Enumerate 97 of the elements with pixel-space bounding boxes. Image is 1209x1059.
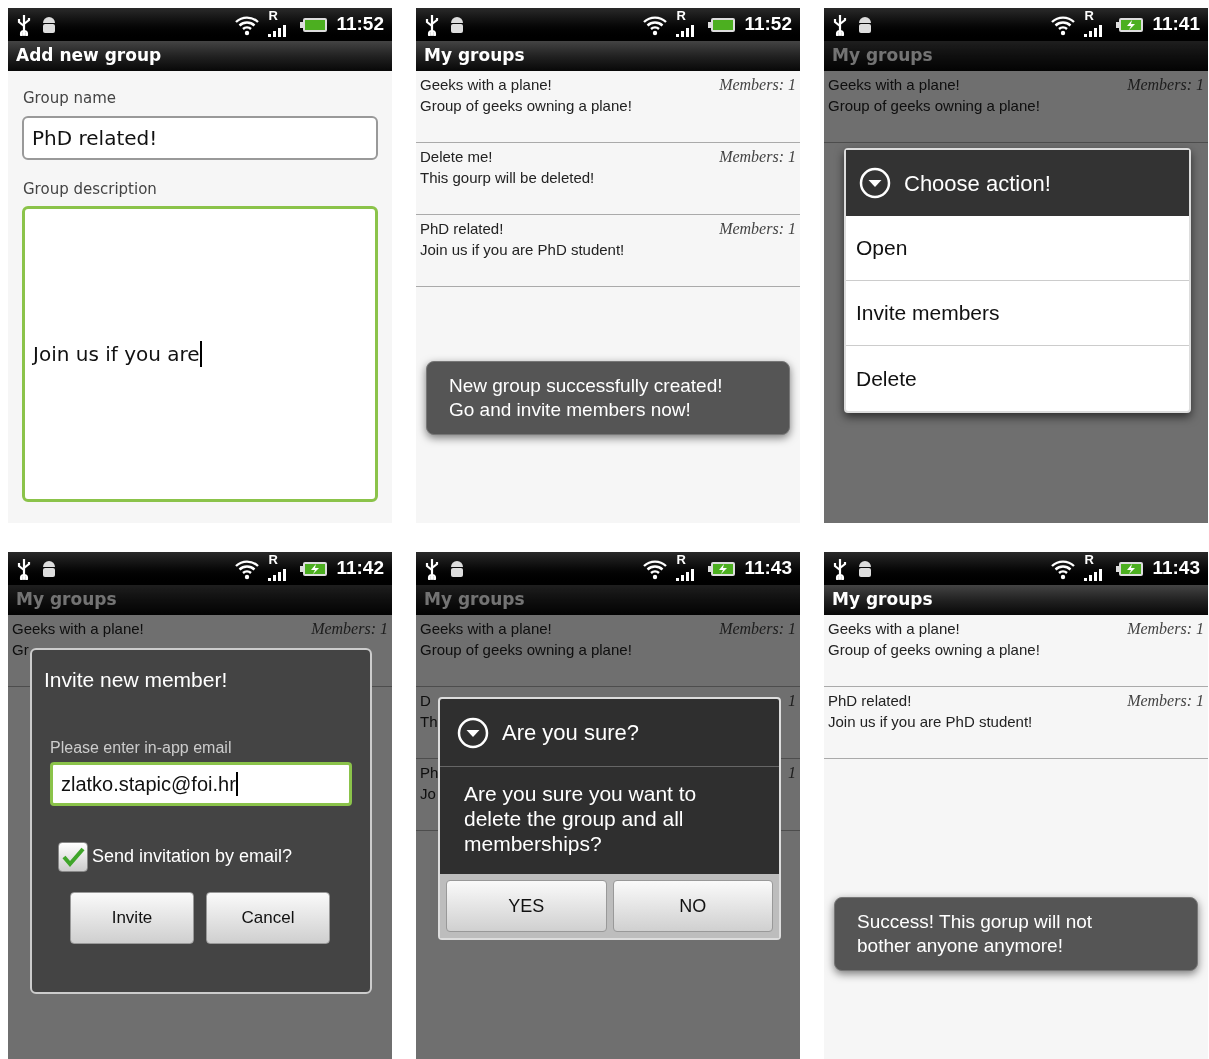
group-name: PhD related! <box>828 691 912 711</box>
android-icon <box>448 558 466 579</box>
group-name: Geeks with a plane! <box>420 619 552 639</box>
signal-indicator: R <box>676 12 701 37</box>
menu-item[interactable]: Delete <box>846 346 1189 411</box>
group-list-item[interactable]: PhD related! Members: 1 Join us if you are PhD student! <box>824 687 1208 759</box>
screen-title: My groups <box>16 588 117 612</box>
android-icon <box>40 14 58 35</box>
group-list-item[interactable]: Geeks with a plane! Members: 1 Group of geeks owning a plane! <box>824 71 1208 143</box>
member-count: Members: 1 <box>719 219 796 239</box>
signal-indicator: R <box>268 12 293 37</box>
dialog-title: Invite new member! <box>44 667 228 693</box>
usb-icon <box>424 13 440 36</box>
member-count: Members: 1 <box>719 147 796 167</box>
signal-indicator: R <box>676 556 701 581</box>
group-description: Join us if you are PhD student! <box>420 240 625 260</box>
wifi-icon <box>642 13 669 36</box>
member-count: Members: 1 <box>1127 75 1204 95</box>
menu-item[interactable]: Open <box>846 216 1189 281</box>
clock-time: 11:43 <box>1152 556 1200 581</box>
screen-title: My groups <box>832 588 933 612</box>
group-list-item[interactable]: Delete me! Members: 1 This gourp will be deleted! <box>416 143 800 215</box>
group-name: Delete me! <box>420 147 493 167</box>
clock-time: 11:41 <box>1152 12 1200 37</box>
usb-icon <box>16 13 32 36</box>
member-count: Members: 1 <box>719 619 796 639</box>
field-label: Please enter in-app email <box>50 737 232 758</box>
group-name: D <box>420 691 431 711</box>
android-icon <box>40 558 58 579</box>
clock-time: 11:52 <box>336 12 384 37</box>
group-description: Group of geeks owning a plane! <box>828 640 1040 660</box>
wifi-icon <box>642 557 669 580</box>
group-name: Ph <box>420 763 439 783</box>
group-description: This gourp will be deleted! <box>420 168 595 188</box>
member-count: Members: 1 <box>311 619 388 639</box>
dialog-button[interactable]: Cancel <box>206 891 330 944</box>
clock-time: 11:52 <box>744 12 792 37</box>
usb-icon <box>832 13 848 36</box>
group-description: Join us if you are PhD student! <box>828 712 1033 732</box>
toast-message: Success! This gorup will not bother anyone anymore! <box>834 897 1198 971</box>
android-icon <box>856 558 874 579</box>
checkmark-icon <box>61 845 85 868</box>
group-description: Group of geeks owning a plane! <box>420 640 632 660</box>
dropdown-circle-icon <box>858 166 892 200</box>
member-count: 1 <box>788 763 796 783</box>
wifi-icon <box>1050 557 1077 580</box>
screen-title: My groups <box>424 44 525 68</box>
group-list-item[interactable]: Geeks with a plane! Members: 1 Group of geeks owning a plane! <box>824 615 1208 687</box>
usb-icon <box>832 557 848 580</box>
group-name: PhD related! <box>420 219 504 239</box>
dialog-title: Are you sure? <box>502 719 639 747</box>
field-label: Group description <box>23 178 157 200</box>
member-count: 1 <box>788 691 796 711</box>
group-name: Geeks with a plane! <box>828 75 960 95</box>
wifi-icon <box>234 13 261 36</box>
group-description: Jo <box>420 784 436 804</box>
group-description: Group of geeks owning a plane! <box>420 96 632 116</box>
group-list-item[interactable]: Geeks with a plane! Members: 1 Group of geeks owning a plane! <box>416 615 800 687</box>
checkbox-label: Send invitation by email? <box>92 845 293 868</box>
dialog-button[interactable]: YES <box>446 880 607 932</box>
dialog-message: Are you sure you want to delete the group and all memberships? <box>463 781 698 857</box>
android-icon <box>856 14 874 35</box>
dialog-button[interactable]: Invite <box>70 891 194 944</box>
text-field[interactable]: PhD related! <box>22 115 378 160</box>
usb-icon <box>16 557 32 580</box>
screen-title: Add new group <box>16 44 162 68</box>
screen-title: My groups <box>832 44 933 68</box>
dialog-button[interactable]: NO <box>612 880 773 932</box>
screen-title: My groups <box>424 588 525 612</box>
usb-icon <box>424 557 440 580</box>
member-count: Members: 1 <box>719 75 796 95</box>
group-name: Geeks with a plane! <box>420 75 552 95</box>
clock-time: 11:42 <box>336 556 384 581</box>
clock-time: 11:43 <box>744 556 792 581</box>
signal-indicator: R <box>1084 12 1109 37</box>
field-label: Group name <box>23 88 116 109</box>
group-description: Th <box>420 712 438 732</box>
toast-message: New group successfully created! Go and invite members now! <box>426 361 790 435</box>
group-list-item[interactable]: PhD related! Members: 1 Join us if you are PhD student! <box>416 215 800 287</box>
group-name: Geeks with a plane! <box>12 619 144 639</box>
menu-item[interactable]: Invite members <box>846 281 1189 346</box>
group-description: Group of geeks owning a plane! <box>828 96 1040 116</box>
dropdown-circle-icon <box>456 715 490 750</box>
group-list-item[interactable]: Geeks with a plane! Members: 1 Group of geeks owning a plane! <box>416 71 800 143</box>
signal-indicator: R <box>268 556 293 581</box>
group-name: Geeks with a plane! <box>828 619 960 639</box>
android-icon <box>448 14 466 35</box>
checkbox[interactable] <box>58 841 88 872</box>
dialog-title: Choose action! <box>904 169 1051 198</box>
signal-indicator: R <box>1084 556 1109 581</box>
member-count: Members: 1 <box>1127 691 1204 711</box>
member-count: Members: 1 <box>1127 619 1204 639</box>
wifi-icon <box>1050 13 1077 36</box>
email-field[interactable]: zlatko.stapic@foi.hr <box>50 761 352 806</box>
group-description: Gr <box>12 640 29 660</box>
text-field[interactable]: Join us if you are <box>22 206 378 502</box>
wifi-icon <box>234 557 261 580</box>
